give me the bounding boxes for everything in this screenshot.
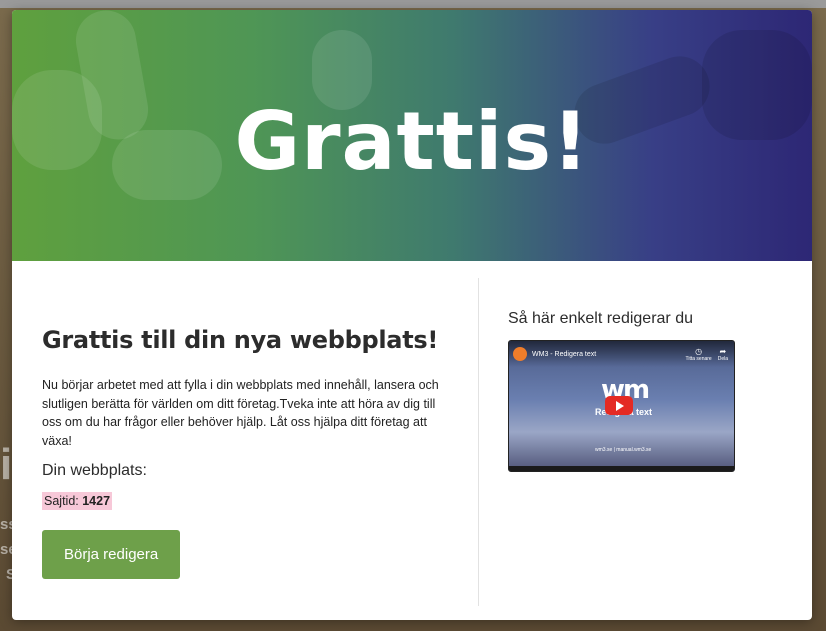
- site-id-label: Sajtid:: [44, 494, 79, 508]
- site-id-value: 1427: [82, 494, 111, 508]
- channel-avatar[interactable]: [513, 347, 527, 361]
- welcome-section: Grattis till din nya webbplats! Nu börja…: [42, 326, 452, 579]
- column-divider: [478, 278, 479, 606]
- video-bottom-bar: [509, 466, 734, 471]
- video-section: Så här enkelt redigerar du WM3 - Rediger…: [508, 310, 798, 472]
- site-id-badge: Sajtid: 1427: [42, 492, 113, 510]
- video-top-bar: WM3 - Redigera text ◷ Titta senare ➦ Del…: [509, 341, 734, 367]
- hero-title: Grattis!: [234, 95, 590, 188]
- welcome-heading: Grattis till din nya webbplats!: [42, 326, 438, 354]
- watch-later-button[interactable]: ◷ Titta senare: [685, 347, 711, 362]
- play-button[interactable]: [605, 396, 633, 415]
- watch-later-label: Titta senare: [685, 355, 712, 362]
- youtube-video-player[interactable]: WM3 - Redigera text ◷ Titta senare ➦ Del…: [508, 340, 735, 472]
- video-heading: Så här enkelt redigerar du: [508, 310, 693, 327]
- hero-banner: Grattis!: [12, 10, 812, 261]
- play-icon: [616, 400, 624, 411]
- video-footer-text: wm3.se | manual.wm3.se: [595, 447, 652, 453]
- intro-text: Nu börjar arbetet med att fylla i din we…: [42, 378, 439, 448]
- start-editing-button[interactable]: Börja redigera: [42, 530, 181, 579]
- share-button[interactable]: ➦ Dela: [718, 347, 728, 362]
- share-label: Dela: [717, 355, 728, 362]
- video-title[interactable]: WM3 - Redigera text: [532, 351, 685, 358]
- site-url-row: Din webbplats:: [42, 462, 452, 480]
- congrats-modal: Grattis! Grattis till din nya webbplats!…: [12, 10, 812, 620]
- share-icon: ➦: [719, 346, 727, 356]
- site-url-label: Din webbplats:: [42, 462, 147, 479]
- clock-icon: ◷: [695, 346, 703, 356]
